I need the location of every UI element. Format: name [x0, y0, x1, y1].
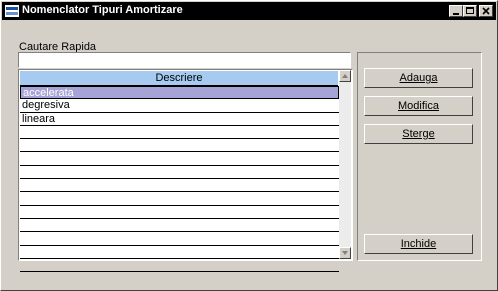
table-row[interactable]	[20, 192, 339, 206]
table-row[interactable]	[20, 139, 339, 153]
vertical-scrollbar[interactable]	[339, 70, 351, 259]
table-row[interactable]	[20, 259, 339, 273]
table-row[interactable]	[20, 179, 339, 193]
scroll-down-button[interactable]	[339, 247, 351, 259]
table-row[interactable]	[20, 232, 339, 246]
grid-rows: accelerata degresiva lineara	[20, 86, 339, 273]
delete-button[interactable]: Sterge	[364, 124, 473, 144]
column-header-descriere[interactable]: Descriere	[20, 71, 338, 86]
app-icon[interactable]	[5, 5, 19, 17]
close-button[interactable]	[479, 5, 493, 17]
close-icon	[482, 7, 490, 15]
add-button[interactable]: Adauga	[364, 68, 473, 88]
add-button-label: Adauga	[399, 72, 438, 84]
table-row[interactable]	[20, 206, 339, 219]
search-input[interactable]	[18, 52, 351, 68]
table-row[interactable]	[20, 126, 339, 140]
maximize-button[interactable]	[463, 5, 477, 17]
table-row[interactable]: degresiva	[20, 99, 339, 113]
close-form-button[interactable]: Inchide	[364, 234, 473, 254]
title-bar: Nomenclator Tipuri Amortizare	[2, 2, 496, 20]
minimize-icon	[453, 13, 459, 15]
arrow-down-icon	[342, 251, 348, 255]
table-row[interactable]	[20, 246, 339, 259]
data-grid: Descriere accelerata degresiva lineara	[18, 69, 353, 273]
minimize-button[interactable]	[449, 5, 463, 17]
edit-button-label: Modifica	[398, 100, 439, 112]
window-title: Nomenclator Tipuri Amortizare	[22, 4, 183, 16]
scroll-up-button[interactable]	[339, 70, 351, 82]
edit-button[interactable]: Modifica	[364, 96, 473, 116]
table-row[interactable]	[20, 166, 339, 180]
table-row[interactable]: lineara	[20, 113, 339, 126]
table-row[interactable]	[20, 152, 339, 166]
arrow-up-icon	[342, 74, 348, 78]
table-row[interactable]: accelerata	[20, 86, 339, 100]
main-window: Nomenclator Tipuri Amortizare Cautare Ra…	[0, 0, 498, 291]
maximize-icon	[466, 7, 474, 14]
delete-button-label: Sterge	[402, 128, 435, 140]
table-row[interactable]	[20, 219, 339, 233]
close-button-label: Inchide	[400, 238, 437, 250]
